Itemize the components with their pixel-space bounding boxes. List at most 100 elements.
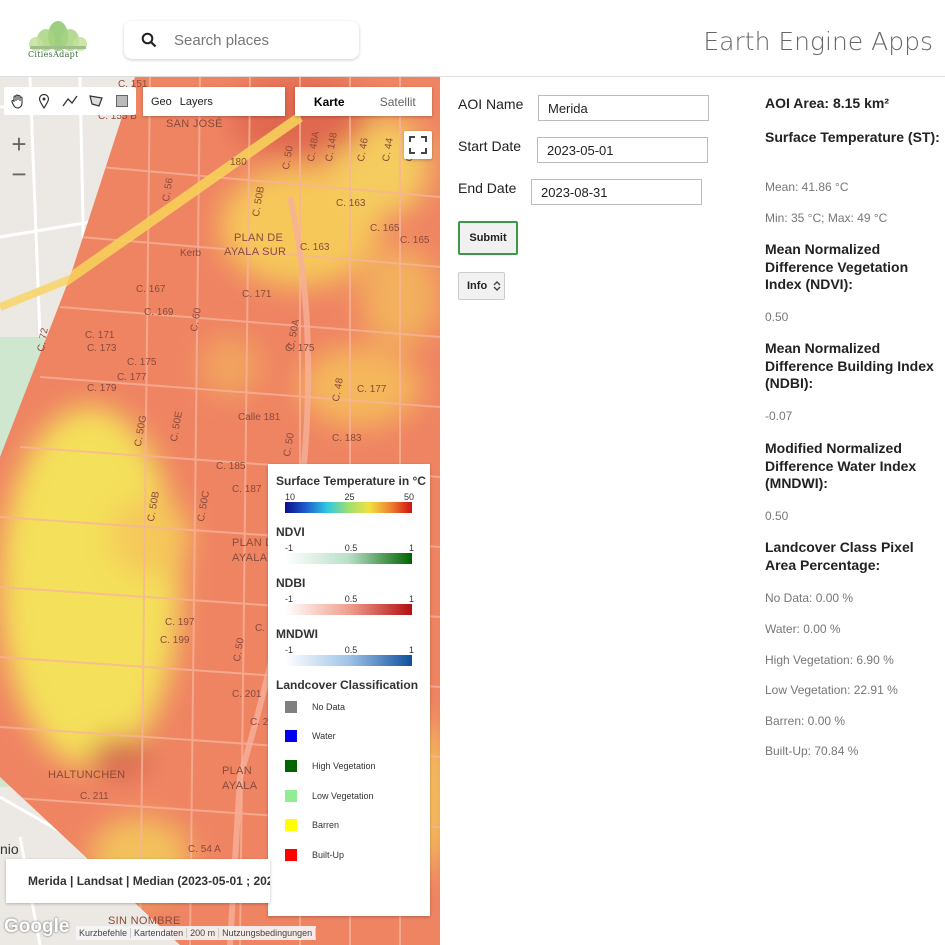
legend-mndwi-ticks: -1 0.5 1 (285, 645, 414, 655)
legend-st-ticks: 10 25 50 (285, 492, 414, 502)
map-type-satellite-button[interactable]: Satellit (364, 87, 433, 116)
zoom-control: + − (4, 129, 34, 189)
submit-button[interactable]: Submit (458, 221, 518, 255)
legend-swatch (285, 730, 297, 743)
legend-mndwi-tick: 1 (408, 645, 414, 655)
street-label: C. 171 (242, 289, 272, 300)
legend-st-title: Surface Temperature in °C (276, 474, 426, 488)
street-label: C. 185 (216, 461, 246, 472)
street-label: AYALA SUR (224, 246, 287, 258)
legend-landcover-label: Low Vegetation (312, 790, 374, 801)
street-label: SAN JOSÉ (166, 118, 223, 130)
rectangle-draw-icon[interactable] (110, 89, 134, 113)
legend-ndbi-tick: 1 (408, 594, 414, 604)
landcover-value: Built-Up: 70.84 % (765, 744, 859, 758)
street-label: C. 183 (332, 433, 362, 444)
legend-landcover-item: Water (276, 722, 422, 752)
scale-bar[interactable]: 200 m (187, 928, 220, 938)
zoom-in-button[interactable]: + (4, 129, 34, 159)
street-label: C. 165 (370, 223, 400, 234)
zoom-out-button[interactable]: − (4, 159, 34, 189)
legend-mndwi-title: MNDWI (276, 627, 318, 641)
street-label: PLAN (222, 765, 252, 777)
aoi-name-label: AOI Name (458, 96, 524, 112)
legend-ndbi-tick: -1 (285, 594, 294, 604)
terms-link[interactable]: Nutzungsbedingungen (219, 928, 317, 938)
polygon-draw-icon[interactable] (84, 89, 108, 113)
end-date-input[interactable]: 2023-08-31 (531, 179, 702, 205)
cities-adapt-logo[interactable]: CitiesAdapt (24, 18, 92, 62)
legend-mndwi-tick: -1 (285, 645, 294, 655)
street-label: 180 (230, 157, 247, 168)
fullscreen-button[interactable] (404, 131, 432, 159)
legend-st-tick: 10 (285, 492, 296, 502)
dropdown-arrows-icon (493, 281, 501, 291)
map-type-map-button[interactable]: Karte (295, 87, 364, 116)
start-date-input[interactable]: 2023-05-01 (537, 137, 708, 163)
st-mean: Mean: 41.86 °C (765, 180, 849, 194)
search-box[interactable] (124, 21, 359, 59)
legend-ndvi-title: NDVI (276, 525, 305, 539)
legend-st-tick: 25 (344, 492, 355, 502)
map-view[interactable]: C. 151C. 153C. 155 BSAN JOSÉ180C. 50C. 4… (0, 77, 440, 945)
aoi-area: AOI Area: 8.15 km² (765, 95, 889, 111)
legend-landcover-label: No Data (312, 701, 346, 712)
input-form: AOI Name Merida Start Date 2023-05-01 En… (440, 77, 740, 945)
layers-button[interactable]: Geo Layers (143, 87, 285, 116)
legend-ndvi-colorbar (285, 553, 412, 564)
street-label: C. 179 (87, 383, 117, 394)
legend-swatch (285, 759, 297, 772)
legend-landcover-label: Barren (312, 820, 340, 831)
map-data-link[interactable]: Kartendaten (131, 928, 188, 938)
legend-landcover-label: High Vegetation (312, 760, 376, 771)
fullscreen-icon (409, 136, 427, 154)
landcover-value: Water: 0.00 % (765, 622, 841, 636)
st-minmax: Min: 35 °C; Max: 49 °C (765, 211, 888, 225)
legend-landcover-item: High Vegetation (276, 751, 422, 781)
street-label: PLAN DE (234, 232, 284, 244)
info-dropdown[interactable]: Info (458, 272, 505, 300)
street-label: AYALA (222, 780, 258, 792)
ndbi-heading: Mean Normalized Difference Building Inde… (765, 340, 934, 391)
street-label: C. 197 (165, 617, 195, 628)
landcover-value: Low Vegetation: 22.91 % (765, 683, 898, 697)
legend-ndbi-colorbar (285, 604, 412, 615)
street-label: Calle 181 (238, 412, 281, 423)
legend-landcover-label: Water (312, 731, 336, 742)
legend-st-colorbar (285, 502, 412, 513)
app-header: CitiesAdapt Earth Engine Apps (0, 0, 945, 77)
legend-mndwi-tick: 0.5 (344, 645, 358, 655)
search-input[interactable] (174, 31, 344, 49)
legend-swatch (285, 789, 297, 802)
legend-swatch (285, 848, 297, 861)
start-date-label: Start Date (458, 138, 522, 154)
street-label: C. 54 A (188, 844, 221, 855)
keyboard-shortcuts-link[interactable]: Kurzbefehle (76, 928, 132, 938)
street-label: C. 201 (232, 689, 262, 700)
aoi-name-input[interactable]: Merida (538, 95, 709, 121)
line-draw-icon[interactable] (58, 89, 82, 113)
landcover-value: Barren: 0.00 % (765, 714, 846, 728)
street-label: C. 199 (160, 635, 190, 646)
legend-landcover-title: Landcover Classification (276, 678, 419, 692)
landcover-value: No Data: 0.00 % (765, 591, 854, 605)
street-label: C. 163 (336, 198, 366, 209)
street-label: C. 211 (80, 791, 109, 802)
legend-ndvi-tick: 0.5 (344, 543, 358, 553)
legend-mndwi-colorbar (285, 655, 412, 666)
legend-landcover-item: Built-Up (276, 840, 422, 870)
street-label: C. 169 (144, 307, 174, 318)
map-type-control: Karte Satellit (295, 87, 432, 116)
legend-swatch (285, 819, 297, 832)
point-marker-icon[interactable] (32, 89, 56, 113)
legend-ndvi-ticks: -1 0.5 1 (285, 543, 414, 553)
map-attribution: Kurzbefehle Kartendaten 200 m Nutzungsbe… (76, 926, 317, 940)
pan-hand-icon[interactable] (6, 89, 30, 113)
street-label: C. 171 (85, 330, 115, 341)
google-logo[interactable]: Google (4, 916, 69, 938)
app-title: Earth Engine Apps (703, 27, 933, 56)
legend-ndbi-tick: 0.5 (344, 594, 358, 604)
ndvi-heading: Mean Normalized Difference Vegetation In… (765, 241, 909, 292)
street-label: C. 163 (300, 242, 330, 253)
legend-ndvi-tick: 1 (408, 543, 414, 553)
